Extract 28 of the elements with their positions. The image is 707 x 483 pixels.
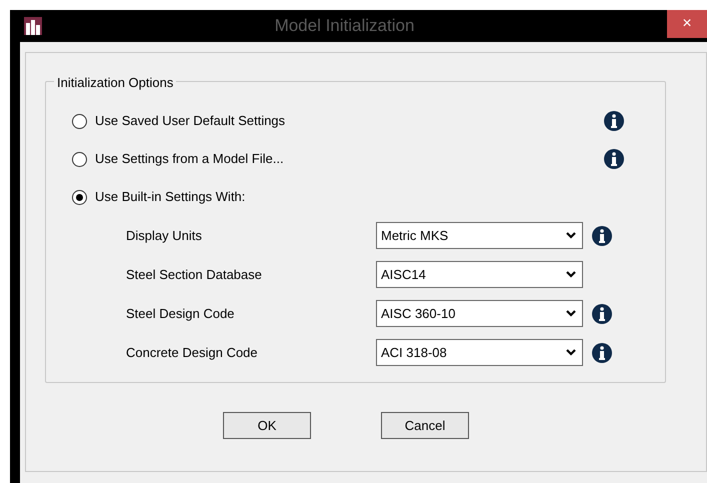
radio-button[interactable] [72,190,87,204]
info-icon[interactable] [603,148,625,170]
dialog-button[interactable]: OK [223,412,311,439]
dropdown[interactable]: Metric MKS [376,222,583,249]
window-title: Model Initialization [274,15,416,38]
info-icon[interactable] [591,302,613,324]
radio-button[interactable] [72,114,87,128]
chevron-down-icon [566,232,576,239]
chevron-down-icon [566,310,576,317]
setting-label: Concrete Design Code [126,344,259,362]
dropdown[interactable]: AISC14 [376,261,583,288]
option-label[interactable]: Use Built-in Settings With: [95,187,625,207]
chevron-down-icon [566,271,576,278]
app-icon [24,17,42,35]
dropdown[interactable]: ACI 318-08 [376,339,583,366]
info-icon[interactable] [591,224,613,246]
option-label[interactable]: Use Saved User Default Settings [95,111,603,131]
setting-label: Steel Design Code [126,304,236,323]
option-label[interactable]: Use Settings from a Model File... [95,149,603,169]
setting-label: Steel Section Database [126,266,263,284]
setting-label: Display Units [126,226,203,245]
chevron-down-icon [566,349,576,356]
dropdown[interactable]: AISC 360-10 [376,300,583,327]
close-button[interactable]: × [667,10,707,38]
dialog-button[interactable]: Cancel [381,412,469,439]
info-icon[interactable] [603,110,625,132]
info-icon[interactable] [591,342,613,364]
radio-button[interactable] [72,152,87,166]
